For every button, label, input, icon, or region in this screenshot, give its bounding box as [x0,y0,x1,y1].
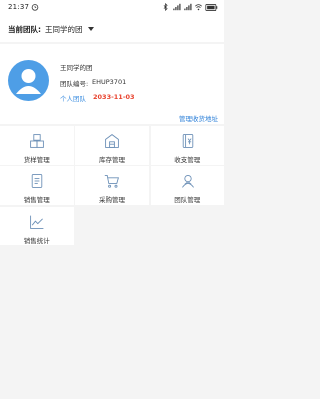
team-selector[interactable]: 王同学的团 [45,24,83,35]
menu-item-inventory[interactable]: 库存管理 [75,126,149,165]
cart-icon [105,175,120,188]
menu-item-finance[interactable]: 收支管理 [150,126,224,165]
menu-label: 销售管理 [23,196,50,205]
user-icon [16,69,41,94]
menu-grid: 货样管理 库存管理 收支管理 销售管理 采购管理 团队管理 销售统计 [0,126,224,283]
signal-icon-2 [184,3,192,11]
line-chart-icon [30,215,44,229]
team-label: 当前团队: [8,25,41,34]
caret-down-icon[interactable] [88,27,94,31]
menu-item-samples[interactable]: 货样管理 [0,126,74,165]
menu-item-team[interactable]: 团队管理 [150,166,224,205]
signal-icon [173,3,181,11]
avatar[interactable] [8,60,49,101]
menu-label: 库存管理 [99,156,125,164]
manage-address-link[interactable]: 管理收货地址 [179,113,218,123]
menu-item-purchase[interactable]: 采购管理 [75,166,149,205]
battery-icon [205,3,218,11]
menu-label: 采购管理 [99,196,125,205]
alarm-icon [31,4,39,11]
wifi-icon [195,4,202,11]
document-icon [31,174,43,189]
team-type: 个人团队 [60,95,86,103]
status-icons [161,3,218,11]
menu-label: 销售统计 [23,236,50,245]
warehouse-icon [105,134,120,148]
expiry-date: 2033-11-03 [93,93,135,101]
team-icon [181,175,194,188]
cubes-icon [30,134,44,148]
team-code-value: EHUP3701 [92,78,127,86]
ledger-icon [182,134,193,148]
status-time: 21:37 [8,3,30,11]
menu-label: 收支管理 [174,156,201,164]
team-code-label: 团队编号: [60,80,89,88]
team-name-text: 王同学的团 [60,64,93,72]
menu-label: 团队管理 [174,196,201,205]
menu-item-sales-stats[interactable]: 销售统计 [0,206,74,245]
menu-item-sales[interactable]: 销售管理 [0,166,74,205]
bluetooth-icon [163,3,168,11]
menu-label: 货样管理 [23,156,50,164]
